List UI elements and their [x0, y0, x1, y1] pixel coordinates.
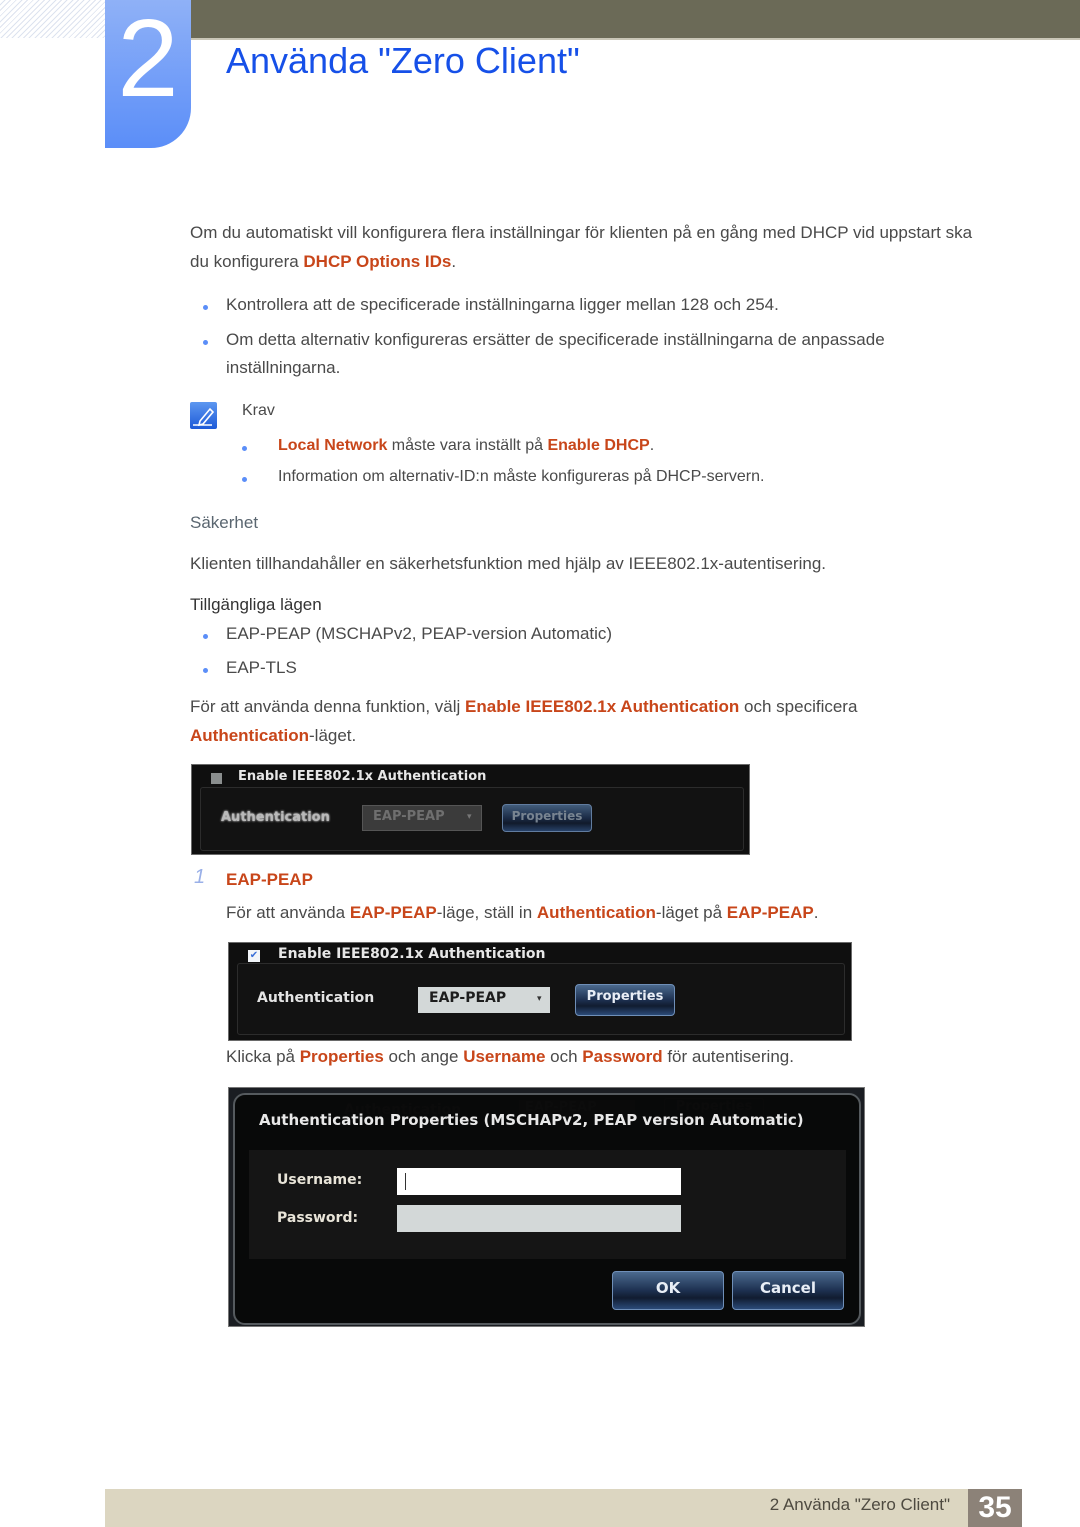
- authentication-term: Authentication: [190, 726, 309, 745]
- cancel-button[interactable]: Cancel: [732, 1271, 844, 1310]
- enable-ieee-label: Enable IEEE802.1x Authentication: [238, 769, 491, 784]
- screenshot-ieee-disabled: Enable IEEE802.1x Authentication Authent…: [191, 764, 750, 855]
- bullet-dot: [203, 340, 208, 345]
- authentication-term: Authentication: [536, 903, 656, 922]
- screenshot-auth-dialog: Authentication EAP-PEAP Properties Authe…: [228, 1087, 865, 1327]
- bullet-dot: [203, 668, 208, 673]
- enable-ieee-checkbox[interactable]: [211, 773, 222, 784]
- intro-line-2: du konfigurera DHCP Options IDs.: [190, 247, 456, 276]
- eap-peap-term: EAP-PEAP: [726, 903, 814, 922]
- enable-dhcp-term: Enable DHCP: [547, 437, 650, 454]
- text-cursor: [405, 1173, 406, 1190]
- local-network-term: Local Network: [278, 437, 388, 454]
- ok-button[interactable]: OK: [612, 1271, 724, 1310]
- authentication-select[interactable]: EAP-PEAP ▾: [362, 805, 482, 831]
- select-value: EAP-PEAP: [373, 809, 445, 824]
- note-item-1-text: måste vara inställt på: [387, 437, 548, 454]
- dialog-form-panel: Username: Password:: [249, 1150, 846, 1259]
- enable-ieee-term: Enable IEEE802.1x Authentication: [465, 697, 740, 716]
- bullet-dot: [203, 305, 208, 310]
- step-text: .: [813, 903, 819, 922]
- password-input[interactable]: [397, 1205, 681, 1232]
- username-input[interactable]: [397, 1168, 681, 1195]
- dialog-title: Authentication Properties (MSCHAPv2, PEA…: [259, 1111, 804, 1129]
- security-instruction-line-1: För att använda denna funktion, välj Ena…: [190, 692, 857, 721]
- bullet-1: Kontrollera att de specificerade inställ…: [226, 295, 779, 314]
- screenshot-ieee-enabled: ✔ Enable IEEE802.1x Authentication Authe…: [228, 942, 852, 1041]
- step-text: För att använda: [226, 903, 350, 922]
- step-number: 1: [194, 866, 206, 888]
- dropdown-arrow-icon: ▾: [537, 993, 542, 1003]
- security-heading: Säkerhet: [190, 513, 259, 532]
- username-term: Username: [463, 1047, 546, 1066]
- note-item-1: Local Network måste vara inställt på Ena…: [278, 431, 654, 460]
- step-text: och: [545, 1047, 583, 1066]
- step-text: och ange: [383, 1047, 464, 1066]
- instr-end: -läget.: [309, 726, 357, 745]
- dropdown-arrow-icon: ▾: [467, 811, 472, 821]
- properties-instruction: Klicka på Properties och ange Username o…: [226, 1042, 794, 1071]
- enable-ieee-checkbox[interactable]: ✔: [248, 950, 260, 962]
- step-text: -läge, ställ in: [436, 903, 537, 922]
- bullet-2-line-2: inställningarna.: [226, 358, 341, 377]
- intro-suffix: .: [451, 252, 457, 271]
- chapter-title: Använda "Zero Client": [226, 40, 580, 81]
- step-title: EAP-PEAP: [226, 870, 313, 889]
- page-number: 35: [968, 1489, 1022, 1527]
- chapter-number: 2: [117, 0, 179, 120]
- authentication-label: Authentication: [257, 990, 375, 1006]
- security-description: Klienten tillhandahåller en säkerhetsfun…: [190, 554, 827, 573]
- password-label: Password:: [277, 1210, 359, 1226]
- eap-peap-term: EAP-PEAP: [349, 903, 437, 922]
- properties-button[interactable]: Properties: [502, 804, 592, 832]
- instr-mid: och specificera: [739, 697, 858, 716]
- enable-ieee-label: Enable IEEE802.1x Authentication: [278, 946, 550, 962]
- instr-prefix: För att använda denna funktion, välj: [190, 697, 466, 716]
- bullet-dot: [242, 446, 247, 451]
- note-item-1-end: .: [649, 437, 655, 454]
- footer-chapter-text: 2 Använda "Zero Client": [769, 1495, 950, 1514]
- step-text: för autentisering.: [662, 1047, 794, 1066]
- note-title: Krav: [242, 402, 275, 419]
- note-pencil-icon: [190, 402, 217, 429]
- intro-prefix: du konfigurera: [190, 252, 304, 271]
- note-item-2: Information om alternativ-ID:n måste kon…: [278, 468, 765, 485]
- intro-line-1: Om du automatiskt vill konfigurera flera…: [190, 223, 973, 242]
- bullet-2-line-1: Om detta alternativ konfigureras ersätte…: [226, 330, 885, 349]
- modes-heading: Tillgängliga lägen: [190, 595, 322, 614]
- authentication-label: Authentication: [221, 810, 330, 825]
- username-label: Username:: [277, 1172, 363, 1188]
- bullet-dot: [242, 477, 247, 482]
- dhcp-options-ids-link: DHCP Options IDs: [303, 252, 452, 271]
- password-term: Password: [582, 1047, 663, 1066]
- properties-term: Properties: [299, 1047, 384, 1066]
- properties-button[interactable]: Properties: [575, 984, 675, 1016]
- header-hatch-decoration: [0, 0, 105, 38]
- authentication-select[interactable]: EAP-PEAP ▾: [418, 987, 550, 1013]
- security-instruction-line-2: Authentication-läget.: [190, 721, 356, 750]
- auth-properties-dialog: Authentication Properties (MSCHAPv2, PEA…: [233, 1093, 861, 1325]
- step-text: Klicka på: [226, 1047, 300, 1066]
- step-description: För att använda EAP-PEAP-läge, ställ in …: [226, 898, 818, 927]
- select-value: EAP-PEAP: [429, 990, 507, 1006]
- header-bar: [190, 0, 1080, 40]
- mode-item: EAP-TLS: [226, 658, 297, 677]
- bullet-dot: [203, 634, 208, 639]
- mode-item: EAP-PEAP (MSCHAPv2, PEAP-version Automat…: [226, 624, 613, 643]
- step-text: -läget på: [655, 903, 727, 922]
